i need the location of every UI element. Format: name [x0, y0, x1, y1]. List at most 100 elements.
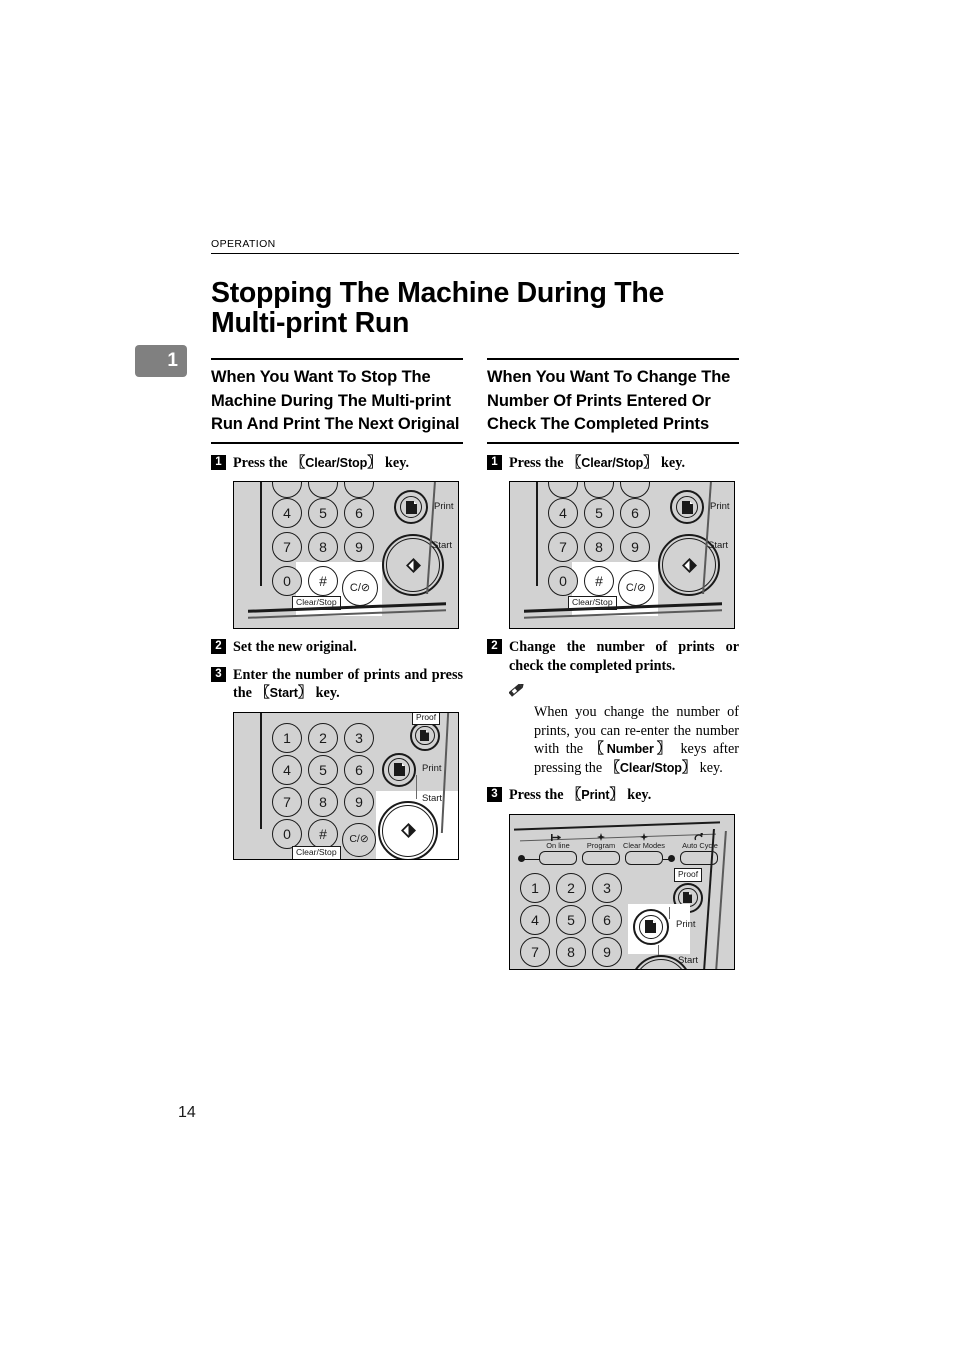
print-key[interactable]	[394, 490, 428, 524]
keypad-key-6[interactable]: 6	[344, 754, 374, 785]
clear-modes-star-icon	[640, 832, 648, 841]
keypad-key-9[interactable]: 9	[620, 532, 650, 562]
clear-stop-key[interactable]: C/⊘	[618, 570, 654, 606]
step-text: Set the new original.	[233, 639, 357, 655]
keypad-key-8[interactable]: 8	[308, 786, 338, 817]
print-key[interactable]	[382, 752, 416, 787]
proof-key-inner	[415, 725, 435, 746]
start-diamond-icon	[681, 557, 697, 573]
print-key[interactable]	[670, 490, 704, 524]
keypad-key-0[interactable]: 0	[272, 818, 302, 849]
keypad-key-3[interactable]: 3	[344, 722, 374, 753]
two-column-body: When You Want To Stop The Machine During…	[211, 358, 739, 1078]
clear-modes-button[interactable]	[625, 850, 663, 865]
keypad-key-5[interactable]: 5	[584, 498, 614, 528]
key-name-number: Number	[606, 742, 654, 757]
step-number: 1	[487, 454, 502, 470]
online-button[interactable]	[539, 850, 577, 865]
bracket-open: 〖	[589, 741, 607, 758]
step-text-tail: key.	[657, 454, 686, 471]
keypad-key-8[interactable]: 8	[556, 936, 586, 967]
program-label: Program	[586, 840, 616, 850]
step-number: 3	[487, 787, 502, 803]
keypad-key-7[interactable]: 7	[272, 786, 302, 817]
keypad-key-6[interactable]: 6	[620, 498, 650, 528]
keypad-key-9[interactable]: 9	[344, 786, 374, 817]
program-button[interactable]	[582, 850, 620, 865]
right-section-rule-bottom	[487, 441, 739, 444]
figure-start-left: 1 2 3 4 5 6 7 8 9 0 # C/⊘ Clear/Stop Pro…	[233, 711, 459, 860]
keypad-key-3[interactable]: 3	[592, 872, 622, 903]
page-number: 14	[178, 1104, 196, 1121]
document-icon	[645, 920, 657, 934]
panel-left-edge	[260, 712, 262, 829]
running-head: OPERATION	[211, 238, 276, 250]
keypad-key-7[interactable]: 7	[272, 532, 302, 562]
keypad-key-hash[interactable]: #	[308, 818, 338, 849]
keypad-key-9[interactable]: 9	[592, 936, 622, 967]
proof-key[interactable]	[410, 720, 440, 751]
bracket-close: 〗	[367, 454, 382, 471]
keypad-key-8[interactable]: 8	[308, 532, 338, 562]
led-wire-2	[663, 858, 671, 860]
clear-stop-key[interactable]: C/⊘	[342, 822, 376, 857]
auto-cycle-loop-icon	[694, 832, 703, 841]
right-column: When You Want To Change The Number Of Pr…	[487, 358, 739, 970]
keypad-key-4[interactable]: 4	[272, 754, 302, 785]
keypad-key-6[interactable]: 6	[592, 904, 622, 935]
keypad-key-5[interactable]: 5	[308, 498, 338, 528]
start-diamond-icon	[400, 823, 416, 838]
figure-print-right: On line Program Clear Modes Auto Cycle 1…	[509, 813, 735, 970]
keypad-key-4[interactable]: 4	[520, 904, 550, 935]
keypad-key-5[interactable]: 5	[556, 904, 586, 935]
keypad-key-6[interactable]: 6	[344, 498, 374, 528]
clear-stop-key[interactable]: C/⊘	[342, 570, 378, 606]
bracket-close: 〗	[643, 454, 658, 471]
note-text: When you change the number of prints, yo…	[509, 703, 739, 777]
bracket-close: 〗	[681, 759, 697, 776]
led-wire-1	[524, 858, 540, 860]
left-section-title: When You Want To Stop The Machine During…	[211, 368, 460, 433]
proof-label: Proof	[412, 712, 441, 725]
note-block: When you change the number of prints, yo…	[487, 684, 739, 777]
step-number: 2	[487, 639, 502, 654]
keypad-key-9[interactable]: 9	[344, 532, 374, 562]
keypad-key-8[interactable]: 8	[584, 532, 614, 562]
print-key-inner	[675, 495, 699, 519]
step-text: Press the	[509, 454, 568, 471]
left-section-rule-bottom	[211, 441, 463, 444]
note-part-3: key.	[696, 759, 723, 776]
left-section-rule-top	[211, 358, 463, 360]
keypad-key-7[interactable]: 7	[548, 532, 578, 562]
print-key[interactable]	[633, 908, 669, 945]
print-label: Print	[434, 501, 454, 512]
left-step-2: 2 Set the new original.	[211, 638, 463, 657]
keypad-key-7[interactable]: 7	[520, 936, 550, 967]
key-name: Start	[269, 686, 298, 700]
step-number: 3	[211, 666, 226, 682]
right-section-title: When You Want To Change The Number Of Pr…	[487, 368, 731, 433]
keypad-key-5[interactable]: 5	[308, 754, 338, 785]
step-text: Press the	[509, 787, 568, 804]
keypad-key-0[interactable]: 0	[272, 566, 302, 596]
left-step-3: 3 Enter the number of prints and press th…	[211, 666, 463, 703]
keypad-key-1[interactable]: 1	[520, 872, 550, 903]
print-label: Print	[710, 501, 730, 512]
keypad-key-2[interactable]: 2	[308, 722, 338, 753]
chapter-tab: 1	[135, 345, 187, 377]
keypad-key-hash[interactable]: #	[584, 566, 614, 596]
print-key-inner	[639, 915, 663, 939]
step-text: Press the	[233, 454, 292, 471]
right-step-3: 3 Press the 〖Print〗 key.	[487, 786, 739, 805]
print-key-inner	[399, 495, 423, 519]
keypad-key-4[interactable]: 4	[548, 498, 578, 528]
keypad-key-hash[interactable]: #	[308, 566, 338, 596]
keypad-key-0[interactable]: 0	[548, 566, 578, 596]
left-step-1: 1 Press the 〖Clear/Stop〗 key.	[211, 454, 463, 473]
running-head-rule	[211, 253, 739, 254]
keypad-key-4[interactable]: 4	[272, 498, 302, 528]
keypad-key-2[interactable]: 2	[556, 872, 586, 903]
bracket-open: 〖	[605, 759, 620, 776]
keypad-key-1[interactable]: 1	[272, 722, 302, 753]
start-label: Start	[678, 954, 699, 966]
